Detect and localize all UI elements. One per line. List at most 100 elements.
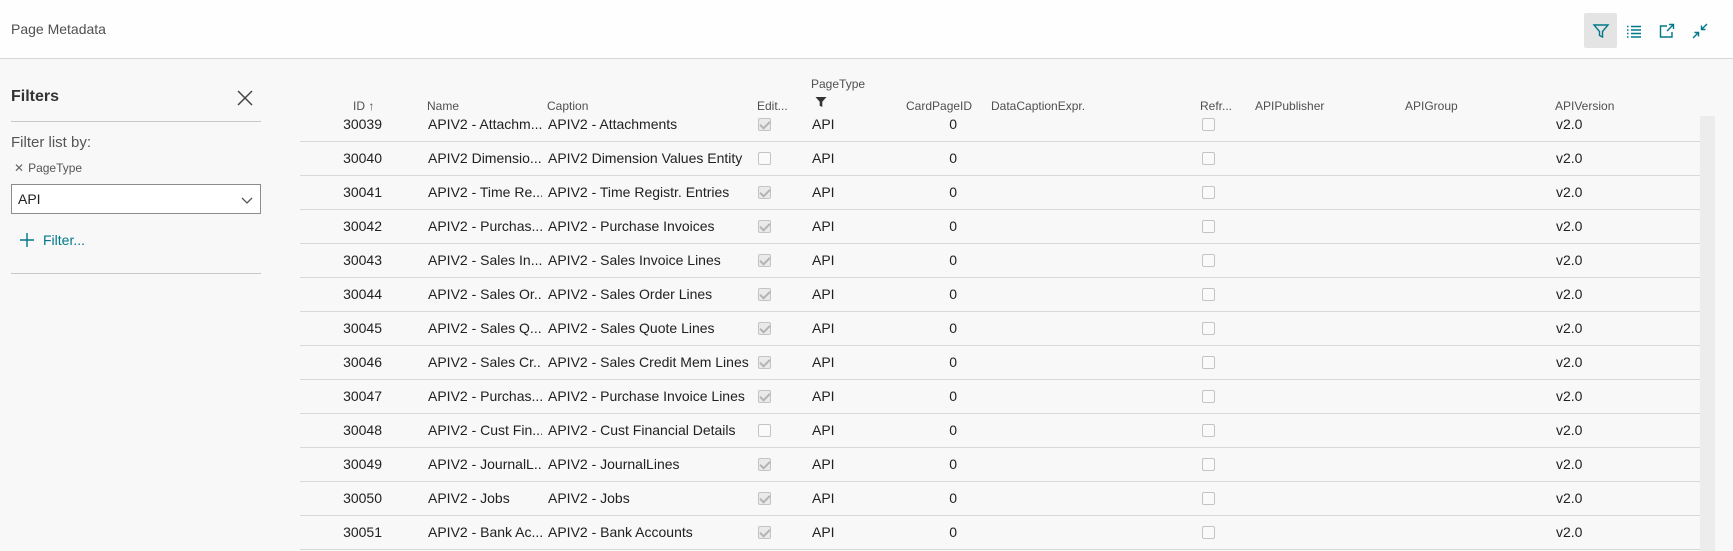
cell-cardpageid[interactable]: 0 [860,312,957,345]
cell-editable-checkbox[interactable] [758,492,771,505]
table-row[interactable]: 30044 APIV2 - Sales Or... APIV2 - Sales Or… [300,278,1700,312]
column-header-id[interactable]: ID ↑ [353,96,374,116]
cell-caption[interactable]: APIV2 - Jobs [548,482,753,515]
cell-cardpageid[interactable]: 0 [860,244,957,277]
cell-name[interactable]: APIV2 - Time Re... [428,176,542,209]
cell-cardpageid[interactable]: 0 [860,116,957,141]
cell-name[interactable]: APIV2 - Sales Or... [428,278,542,311]
cell-id[interactable]: 30046 [300,346,382,379]
cell-id[interactable]: 30041 [300,176,382,209]
cell-caption[interactable]: APIV2 - Cust Financial Details [548,414,753,447]
cell-caption[interactable]: APIV2 - Time Registr. Entries [548,176,753,209]
table-row[interactable]: 30050 APIV2 - Jobs APIV2 - Jobs API 0 v2.0 [300,482,1700,516]
cell-refresh-checkbox[interactable] [1202,390,1215,403]
cell-cardpageid[interactable]: 0 [860,278,957,311]
cell-name[interactable]: APIV2 - Purchas... [428,380,542,413]
cell-name[interactable]: APIV2 - Jobs [428,482,542,515]
cell-caption[interactable]: APIV2 - Purchase Invoice Lines [548,380,753,413]
column-header-apipublisher[interactable]: APIPublisher [1255,96,1324,116]
table-row[interactable]: 30047 APIV2 - Purchas... APIV2 - Purchase … [300,380,1700,414]
cell-refresh-checkbox[interactable] [1202,492,1215,505]
table-row[interactable]: 30042 APIV2 - Purchas... APIV2 - Purchase … [300,210,1700,244]
cell-refresh-checkbox[interactable] [1202,152,1215,165]
cell-name[interactable]: APIV2 - Sales Cr... [428,346,542,379]
cell-cardpageid[interactable]: 0 [860,516,957,549]
cell-id[interactable]: 30040 [300,142,382,175]
cell-caption[interactable]: APIV2 Dimension Values Entity [548,142,753,175]
cell-refresh-checkbox[interactable] [1202,118,1215,131]
cell-apiversion[interactable]: v2.0 [1556,448,1636,481]
column-header-caption[interactable]: Caption [547,96,588,116]
column-header-name[interactable]: Name [427,96,459,116]
cell-id[interactable]: 30045 [300,312,382,345]
table-row[interactable]: 30048 APIV2 - Cust Fin... APIV2 - Cust Fin… [300,414,1700,448]
cell-cardpageid[interactable]: 0 [860,142,957,175]
filter-pane-button[interactable] [1584,13,1617,48]
cell-refresh-checkbox[interactable] [1202,186,1215,199]
cell-caption[interactable]: APIV2 - Sales Invoice Lines [548,244,753,277]
cell-cardpageid[interactable]: 0 [860,210,957,243]
cell-editable-checkbox[interactable] [758,220,771,233]
cell-apiversion[interactable]: v2.0 [1556,414,1636,447]
cell-id[interactable]: 30039 [300,116,382,141]
cell-cardpageid[interactable]: 0 [860,346,957,379]
cell-refresh-checkbox[interactable] [1202,526,1215,539]
cell-caption[interactable]: APIV2 - Attachments [548,116,753,141]
cell-name[interactable]: APIV2 - Cust Fin... [428,414,542,447]
remove-filter-icon[interactable]: ✕ [14,161,24,175]
table-row[interactable]: 30046 APIV2 - Sales Cr... APIV2 - Sales Cr… [300,346,1700,380]
cell-editable-checkbox[interactable] [758,186,771,199]
column-header-datacaptionexpr[interactable]: DataCaptionExpr. [991,96,1085,116]
cell-apiversion[interactable]: v2.0 [1556,312,1636,345]
cell-caption[interactable]: APIV2 - Sales Quote Lines [548,312,753,345]
cell-apiversion[interactable]: v2.0 [1556,346,1636,379]
cell-name[interactable]: APIV2 - Attachm... [428,116,542,141]
cell-id[interactable]: 30047 [300,380,382,413]
column-header-cardpageid[interactable]: CardPageID [906,96,972,116]
cell-caption[interactable]: APIV2 - Sales Order Lines [548,278,753,311]
cell-id[interactable]: 30043 [300,244,382,277]
cell-editable-checkbox[interactable] [758,390,771,403]
cell-name[interactable]: APIV2 - Sales Q... [428,312,542,345]
cell-caption[interactable]: APIV2 - JournalLines [548,448,753,481]
column-header-editable[interactable]: Edit... [757,96,788,116]
cell-caption[interactable]: APIV2 - Purchase Invoices [548,210,753,243]
cell-id[interactable]: 30049 [300,448,382,481]
cell-apiversion[interactable]: v2.0 [1556,380,1636,413]
cell-refresh-checkbox[interactable] [1202,356,1215,369]
cell-name[interactable]: APIV2 - Bank Ac... [428,516,542,549]
cell-caption[interactable]: APIV2 - Bank Accounts [548,516,753,549]
cell-refresh-checkbox[interactable] [1202,254,1215,267]
column-header-apiversion[interactable]: APIVersion [1555,96,1614,116]
cell-id[interactable]: 30042 [300,210,382,243]
cell-apiversion[interactable]: v2.0 [1556,482,1636,515]
cell-cardpageid[interactable]: 0 [860,176,957,209]
cell-refresh-checkbox[interactable] [1202,424,1215,437]
column-header-refresh[interactable]: Refr... [1200,96,1232,116]
cell-cardpageid[interactable]: 0 [860,482,957,515]
open-new-window-button[interactable] [1650,13,1683,48]
cell-refresh-checkbox[interactable] [1202,220,1215,233]
table-row[interactable]: 30045 APIV2 - Sales Q... APIV2 - Sales Quo… [300,312,1700,346]
cell-editable-checkbox[interactable] [758,458,771,471]
cell-editable-checkbox[interactable] [758,424,771,437]
add-filter-button[interactable]: Filter... [19,232,85,248]
cell-id[interactable]: 30048 [300,414,382,447]
column-header-pagetype[interactable]: PageType [811,74,865,94]
cell-id[interactable]: 30050 [300,482,382,515]
cell-editable-checkbox[interactable] [758,356,771,369]
cell-apiversion[interactable]: v2.0 [1556,116,1636,141]
table-row[interactable]: 30041 APIV2 - Time Re... APIV2 - Time Regi… [300,176,1700,210]
cell-apiversion[interactable]: v2.0 [1556,516,1636,549]
cell-apiversion[interactable]: v2.0 [1556,176,1636,209]
cell-id[interactable]: 30044 [300,278,382,311]
cell-name[interactable]: APIV2 - Purchas... [428,210,542,243]
list-view-button[interactable] [1617,13,1650,48]
cell-refresh-checkbox[interactable] [1202,322,1215,335]
cell-editable-checkbox[interactable] [758,118,771,131]
cell-refresh-checkbox[interactable] [1202,288,1215,301]
cell-cardpageid[interactable]: 0 [860,380,957,413]
close-filter-pane-button[interactable] [233,86,257,110]
cell-editable-checkbox[interactable] [758,526,771,539]
cell-cardpageid[interactable]: 0 [860,448,957,481]
